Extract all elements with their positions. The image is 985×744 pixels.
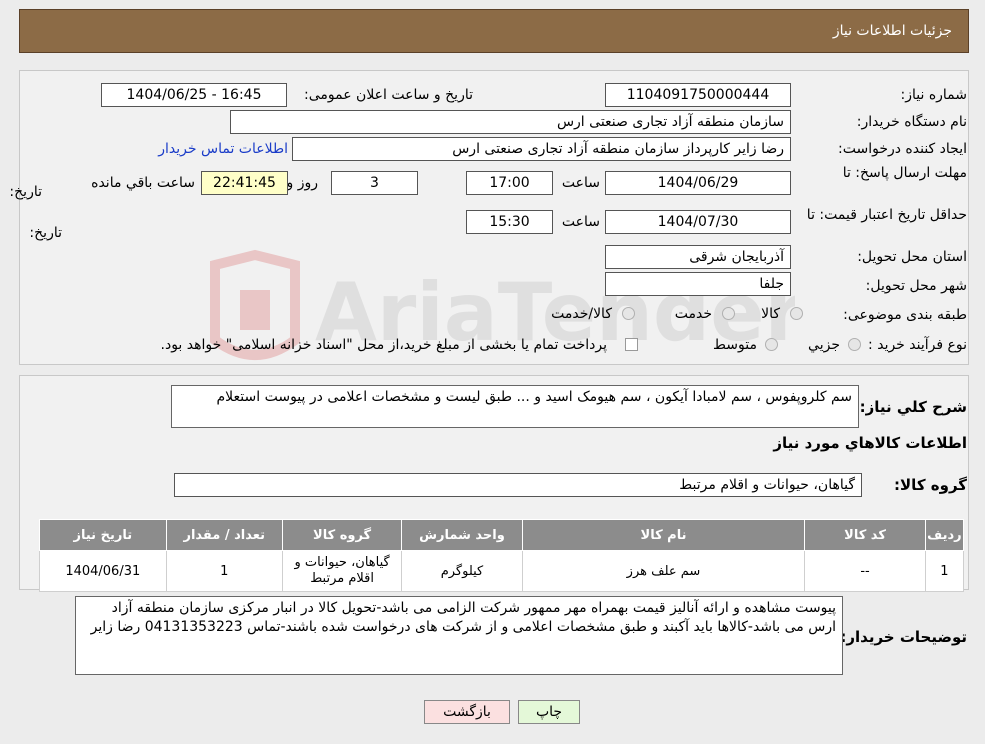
buyer-contact-link[interactable]: اطلاعات تماس خریدار bbox=[158, 141, 288, 157]
cell-group: گیاهان، حیوانات و اقلام مرتبط bbox=[281, 550, 403, 592]
buyer-notes-label: توضيحات خريدار: bbox=[840, 628, 967, 646]
category-option-goods: کالا bbox=[761, 306, 780, 322]
deadline-label-2: تاریخ: bbox=[9, 184, 42, 200]
description-field: سم کلروپفوس ، سم لامبادا آیکون ، سم هیوم… bbox=[171, 385, 859, 428]
goods-table-header: رديف کد کالا نام کالا واحد شمارش گروه کا… bbox=[39, 519, 965, 551]
process-label: نوع فرآیند خرید : bbox=[868, 337, 967, 353]
province-field: آذربایجان شرقی bbox=[605, 245, 791, 269]
category-label: طبقه بندی موضوعی: bbox=[843, 307, 967, 323]
deadline-label: مهلت ارسال پاسخ: تا bbox=[842, 165, 967, 181]
need-number-label: شماره نیاز: bbox=[900, 87, 968, 103]
need-number-field: 1104091750000444 bbox=[605, 83, 791, 107]
back-button[interactable]: بازگشت bbox=[424, 700, 510, 724]
creator-label: ایجاد کننده درخواست: bbox=[838, 141, 967, 157]
category-radio-both[interactable] bbox=[622, 307, 635, 320]
table-row: 1 -- سم علف هرز کیلوگرم گیاهان، حیوانات … bbox=[39, 550, 965, 592]
remaining-time-field: 22:41:45 bbox=[201, 171, 288, 195]
days-label: روز و bbox=[286, 175, 319, 191]
goods-section-title: اطلاعات کالاهاي مورد نياز bbox=[773, 434, 967, 452]
validity-label: حداقل تاریخ اعتبار قیمت: تا bbox=[806, 207, 967, 223]
col-name: نام کالا bbox=[521, 519, 806, 551]
goods-table: رديف کد کالا نام کالا واحد شمارش گروه کا… bbox=[39, 519, 965, 592]
cell-code: -- bbox=[804, 550, 926, 592]
days-field: 3 bbox=[331, 171, 418, 195]
col-date: تاريخ نياز bbox=[39, 519, 167, 551]
col-group: گروه کالا bbox=[281, 519, 403, 551]
description-label: شرح كلي نياز: bbox=[859, 398, 967, 416]
cell-date: 1404/06/31 bbox=[39, 550, 167, 592]
process-option-medium: متوسط bbox=[713, 337, 757, 353]
category-radio-service[interactable] bbox=[722, 307, 735, 320]
cell-unit: کیلوگرم bbox=[401, 550, 523, 592]
col-unit: واحد شمارش bbox=[401, 519, 523, 551]
deadline-time-label: ساعت bbox=[561, 175, 600, 191]
creator-field: رضا زاير كارپرداز سازمان منطقه آزاد تجار… bbox=[292, 137, 791, 161]
city-field: جلفا bbox=[605, 272, 791, 296]
buyer-notes-field: پیوست مشاهده و ارائه آنالیز قیمت بهمراه … bbox=[75, 596, 843, 675]
announce-field: 1404/06/25 - 16:45 bbox=[101, 83, 287, 107]
goods-group-field: گیاهان، حیوانات و اقلام مرتبط bbox=[174, 473, 862, 497]
payment-note: پرداخت تمام یا بخشی از مبلغ خرید،از محل … bbox=[160, 337, 607, 353]
province-label: استان محل تحویل: bbox=[857, 249, 967, 265]
city-label: شهر محل تحویل: bbox=[865, 278, 967, 294]
buyer-org-label: نام دستگاه خریدار: bbox=[856, 114, 967, 130]
print-button[interactable]: چاپ bbox=[518, 700, 580, 724]
remaining-time-label: ساعت باقي مانده bbox=[91, 175, 195, 191]
category-option-both: کالا/خدمت bbox=[551, 306, 612, 322]
deadline-date-field: 1404/06/29 bbox=[605, 171, 791, 195]
announce-label: تاریخ و ساعت اعلان عمومی: bbox=[304, 87, 473, 103]
buyer-org-field: سازمان منطقه آزاد تجاری صنعتی ارس bbox=[230, 110, 791, 134]
process-radio-minor[interactable] bbox=[848, 338, 861, 351]
validity-time-label: ساعت bbox=[561, 214, 600, 230]
goods-group-label: گروه کالا: bbox=[894, 476, 967, 494]
cell-name: سم علف هرز bbox=[521, 550, 806, 592]
category-radio-goods[interactable] bbox=[790, 307, 803, 320]
cell-qty: 1 bbox=[165, 550, 283, 592]
col-qty: تعداد / مقدار bbox=[165, 519, 283, 551]
deadline-time-field: 17:00 bbox=[466, 171, 553, 195]
category-option-service: خدمت bbox=[674, 306, 712, 322]
page-title: جزئیات اطلاعات نیاز bbox=[832, 23, 952, 39]
page-header: جزئیات اطلاعات نیاز bbox=[19, 9, 969, 53]
process-option-minor: جزيي bbox=[808, 337, 840, 353]
col-row: رديف bbox=[924, 519, 965, 551]
validity-time-field: 15:30 bbox=[466, 210, 553, 234]
col-code: کد کالا bbox=[804, 519, 926, 551]
cell-row: 1 bbox=[924, 550, 965, 592]
process-radio-medium[interactable] bbox=[765, 338, 778, 351]
validity-date-field: 1404/07/30 bbox=[605, 210, 791, 234]
validity-label-2: تاریخ: bbox=[29, 225, 62, 241]
treasury-checkbox[interactable] bbox=[625, 338, 638, 351]
